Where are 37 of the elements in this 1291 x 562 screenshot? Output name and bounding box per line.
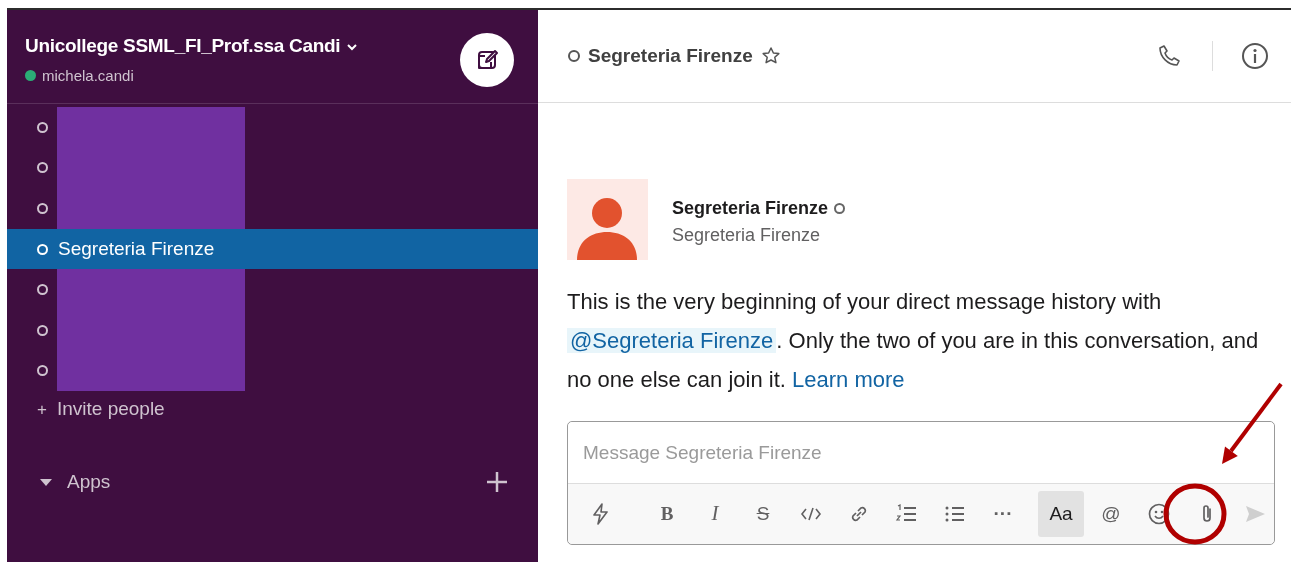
presence-ring-icon — [37, 162, 48, 174]
info-button[interactable] — [1241, 42, 1269, 70]
bold-button[interactable]: B — [644, 491, 690, 537]
presence-ring-icon — [37, 365, 48, 377]
workspace-name[interactable]: Unicollege SSML_FI_Prof.ssa Candi — [25, 35, 341, 56]
italic-button[interactable]: I — [692, 491, 738, 537]
star-icon — [760, 46, 781, 66]
plus-icon — [486, 470, 508, 493]
compose-button[interactable] — [460, 33, 514, 87]
channel-title: Segreteria Firenze — [588, 43, 753, 68]
chevron-down-icon[interactable] — [346, 42, 359, 52]
mention-link[interactable]: @Segreteria Firenze — [567, 328, 777, 353]
learn-more-link[interactable]: Learn more — [792, 367, 905, 392]
highlight-circle — [1163, 483, 1227, 546]
message-composer[interactable]: Message Segreteria Firenze B I S ··· Aa @ — [567, 421, 1275, 545]
presence-ring-icon — [37, 284, 48, 296]
user-name: michela.candi — [42, 65, 134, 86]
presence-ring-icon — [37, 324, 48, 336]
profile-name: Segreteria Firenze — [672, 197, 829, 220]
presence-ring-icon — [568, 50, 580, 62]
compose-icon — [475, 48, 499, 72]
intro-paragraph: This is the very beginning of your direct message history with @Segreteria Firenze. Only the two of you are in this conversation, and no one else can join it. Learn more — [567, 288, 1260, 394]
strikethrough-button[interactable]: S — [740, 491, 786, 537]
profile-subtitle: Segreteria Firenze — [672, 224, 822, 247]
apps-section-toggle[interactable]: Apps — [39, 467, 111, 497]
add-app-button[interactable] — [486, 470, 508, 493]
presence-ring-icon — [834, 203, 846, 214]
format-button[interactable]: Aa — [1038, 491, 1084, 537]
presence-ring-icon — [37, 121, 48, 133]
mention-button[interactable]: @ — [1088, 491, 1134, 537]
star-button[interactable] — [760, 46, 781, 66]
invite-people-link[interactable]: + Invite people — [7, 391, 538, 424]
dm-item[interactable]: Segreteria Firenze — [7, 228, 538, 270]
presence-ring-icon — [37, 243, 48, 255]
presence-ring-icon — [37, 203, 48, 214]
more-button[interactable]: ··· — [980, 491, 1026, 537]
info-icon — [1241, 42, 1269, 70]
